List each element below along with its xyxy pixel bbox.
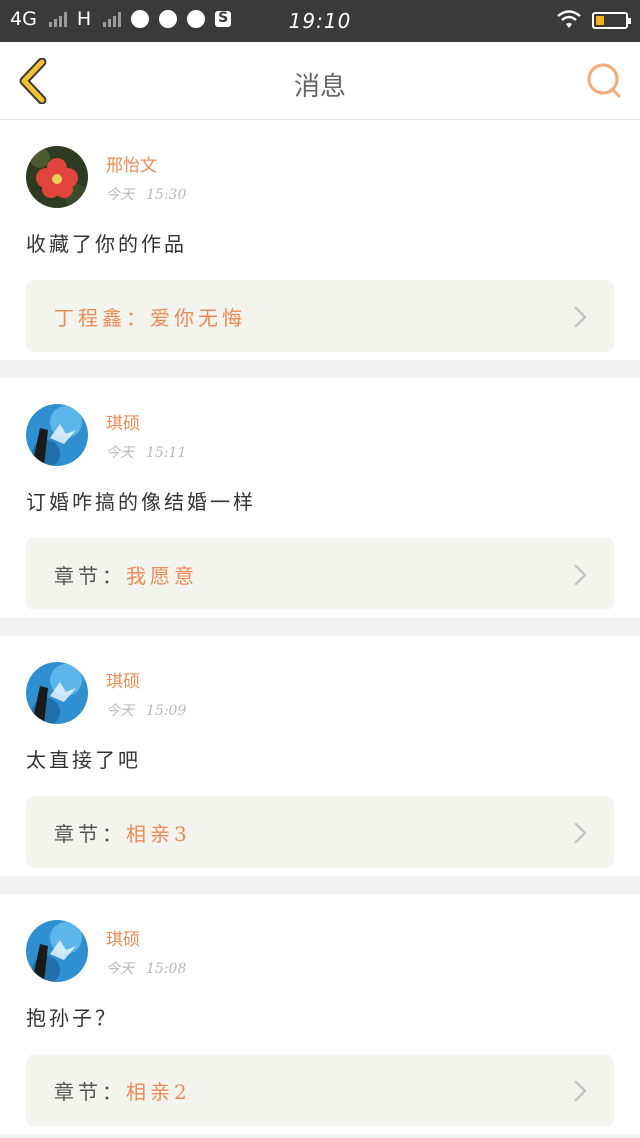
reference-title: 相亲2 [126, 1079, 191, 1104]
chevron-right-icon [574, 1080, 587, 1102]
chevron-right-icon [574, 822, 587, 844]
message-day: 今天 [106, 186, 134, 203]
work-reference[interactable]: 章节： 相亲2 [26, 1054, 614, 1126]
message-clock: 15:08 [146, 960, 187, 977]
message-time: 今天 15:11 [106, 442, 198, 462]
user-name[interactable]: 琪硕 [106, 667, 198, 692]
avatar[interactable] [26, 920, 88, 982]
avatar[interactable] [26, 146, 88, 208]
message-text: 订婚咋搞的像结婚一样 [26, 490, 256, 514]
page-title: 消息 [293, 72, 346, 102]
work-reference[interactable]: 丁程鑫：爱你无悔 [26, 280, 614, 352]
avatar[interactable] [26, 404, 88, 466]
reference-title: 相亲3 [126, 821, 191, 846]
message-card-2: 琪硕 今天 15:11 订婚咋搞的像结婚一样 章节： 我愿意 [0, 378, 640, 618]
chevron-right-icon [574, 564, 587, 586]
status-time: 19:10 [288, 9, 352, 33]
status-right [556, 10, 631, 30]
user-name[interactable]: 琪硕 [106, 409, 198, 434]
reference-label: 章节： [54, 1079, 126, 1104]
reference-label: 章节： [54, 821, 126, 846]
work-reference[interactable]: 章节： 我愿意 [26, 538, 614, 610]
message-day: 今天 [106, 444, 134, 461]
user-info: 琪硕 今天 15:11 [106, 409, 198, 462]
work-reference[interactable]: 章节： 相亲3 [26, 796, 614, 868]
message-list: 邢怡文 今天 15:30 收藏了你的作品 丁程鑫：爱你无悔 琪硕 今天 15:11 … [0, 120, 640, 1134]
user-name[interactable]: 邢怡文 [106, 151, 198, 176]
message-clock: 15:11 [146, 444, 187, 461]
message-clock: 15:30 [146, 186, 187, 203]
message-text: 抱孙子？ [26, 1006, 118, 1030]
avatar[interactable] [26, 662, 88, 724]
message-day: 今天 [106, 702, 134, 719]
message-time: 今天 15:09 [106, 700, 198, 720]
chevron-right-icon [574, 306, 587, 328]
message-text: 收藏了你的作品 [26, 232, 187, 256]
message-header: 琪硕 今天 15:09 [26, 662, 614, 724]
search-icon[interactable] [586, 62, 624, 100]
reference-label: 章节： [54, 563, 126, 588]
message-header: 邢怡文 今天 15:30 [26, 146, 614, 208]
user-info: 琪硕 今天 15:08 [106, 925, 198, 978]
nav-bar: 消息 [0, 42, 640, 120]
reference-title: 丁程鑫：爱你无悔 [54, 305, 246, 330]
status-bar: 4G H 19:10 [0, 0, 640, 42]
message-time: 今天 15:08 [106, 958, 198, 978]
user-info: 邢怡文 今天 15:30 [106, 151, 198, 204]
wifi-icon [557, 10, 581, 28]
user-info: 琪硕 今天 15:09 [106, 667, 198, 720]
message-card-3: 琪硕 今天 15:09 太直接了吧 章节： 相亲3 [0, 636, 640, 876]
reference-title: 我愿意 [126, 563, 198, 588]
message-day: 今天 [106, 960, 134, 977]
message-card-4: 琪硕 今天 15:08 抱孙子？ 章节： 相亲2 [0, 894, 640, 1134]
message-header: 琪硕 今天 15:08 [26, 920, 614, 982]
message-text: 太直接了吧 [26, 748, 141, 772]
message-card-1: 邢怡文 今天 15:30 收藏了你的作品 丁程鑫：爱你无悔 [0, 120, 640, 360]
battery-icon [592, 11, 631, 29]
user-name[interactable]: 琪硕 [106, 925, 198, 950]
message-time: 今天 15:30 [106, 184, 198, 204]
message-clock: 15:09 [146, 702, 187, 719]
battery-level [596, 15, 605, 25]
message-header: 琪硕 今天 15:11 [26, 404, 614, 466]
